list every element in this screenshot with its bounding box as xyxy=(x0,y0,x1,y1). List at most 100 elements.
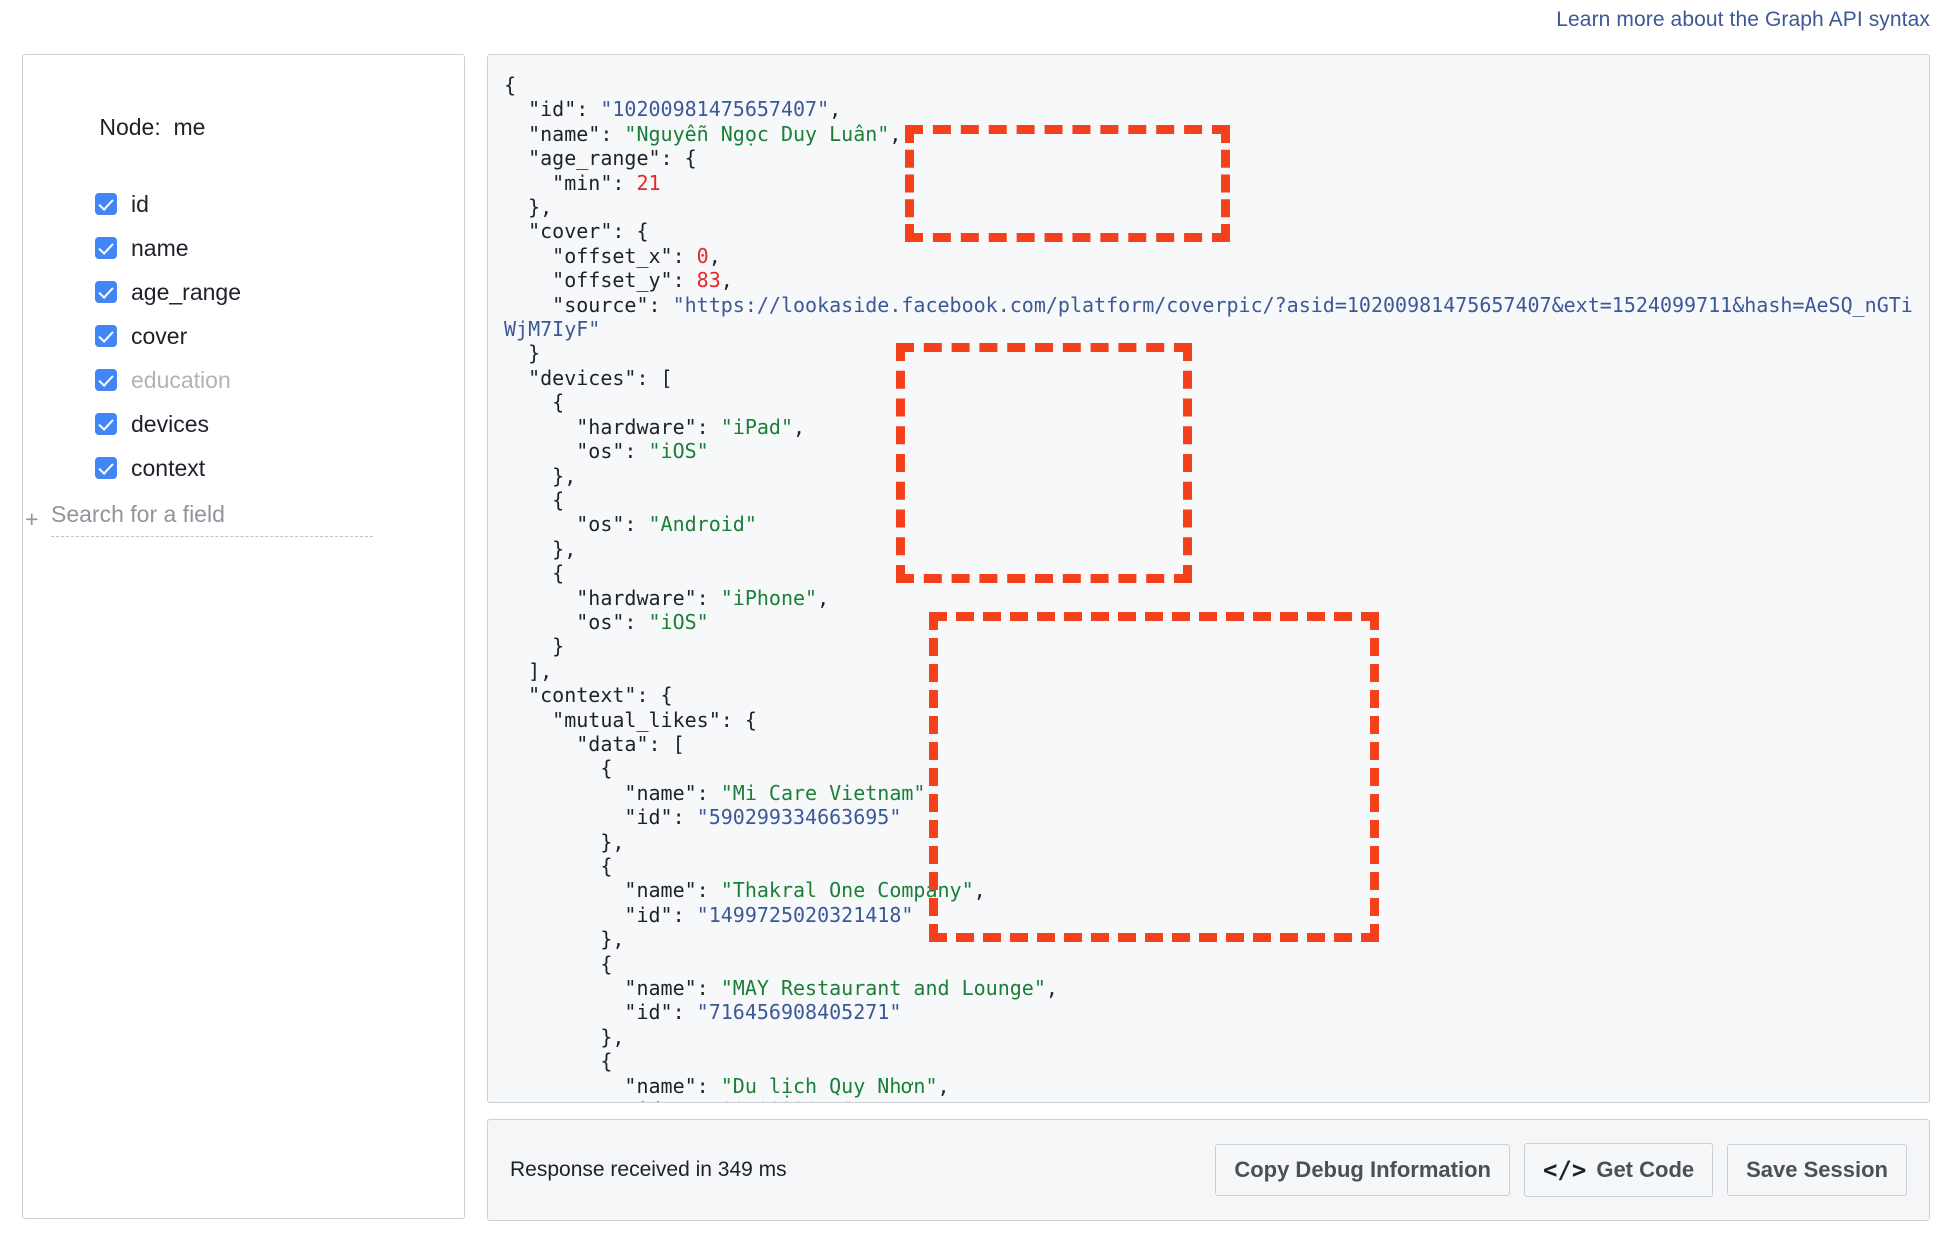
json-token: { xyxy=(600,1049,613,1074)
checkbox-checked-icon[interactable] xyxy=(95,325,117,347)
json-token: "Nguyễn Ngọc Duy Luân" xyxy=(624,121,890,146)
json-line: "name": "MAY Restaurant and Lounge", xyxy=(504,976,1057,1001)
json-line: { xyxy=(504,1049,612,1073)
json-line: "id": "1499725020321418" xyxy=(504,903,913,927)
json-line: { xyxy=(504,390,564,414)
json-token: "iPad" xyxy=(720,414,793,439)
json-line: "id": "716456908405271" xyxy=(504,1000,901,1024)
response-viewer[interactable]: { "id": "10200981475657407", "name": "Ng… xyxy=(487,54,1930,1103)
get-code-button[interactable]: </> Get Code xyxy=(1523,1143,1714,1197)
search-for-a-field-row[interactable]: + xyxy=(25,496,444,542)
json-token: "os": xyxy=(576,512,649,537)
json-token: "name": xyxy=(624,780,721,805)
json-token: "name": xyxy=(624,878,721,903)
plus-icon[interactable]: + xyxy=(25,506,51,533)
field-row-devices[interactable]: devices xyxy=(95,402,444,446)
learn-more-graph-api-syntax-link[interactable]: Learn more about the Graph API syntax xyxy=(1556,8,1930,32)
field-row-name[interactable]: name xyxy=(95,226,444,270)
code-brackets-icon: </> xyxy=(1542,1156,1587,1184)
json-token: } xyxy=(528,341,541,366)
json-token: "id": xyxy=(624,902,697,927)
json-token: "age_range": { xyxy=(528,146,697,171)
node-label: Node: xyxy=(99,114,161,140)
field-row-education[interactable]: education xyxy=(95,358,444,402)
json-token: "hardware": xyxy=(576,414,721,439)
field-label: education xyxy=(131,366,231,393)
json-line: "name": "Du lịch Quy Nhơn", xyxy=(504,1073,950,1098)
field-row-cover[interactable]: cover xyxy=(95,314,444,358)
json-token: }, xyxy=(552,463,577,488)
json-token: "Du lịch Quy Nhơn" xyxy=(720,1073,938,1098)
json-token: "name": xyxy=(624,1073,721,1098)
json-line: }, xyxy=(504,537,576,561)
topbar: Learn more about the Graph API syntax xyxy=(0,0,1952,40)
json-token: { xyxy=(504,73,517,97)
response-footer-bar: Response received in 349 ms Copy Debug I… xyxy=(487,1119,1930,1221)
json-token: "id": xyxy=(528,97,601,122)
json-token: "source": xyxy=(552,292,673,317)
field-row-age_range[interactable]: age_range xyxy=(95,270,444,314)
json-line: "os": "iOS" xyxy=(504,609,709,634)
checkbox-checked-icon[interactable] xyxy=(95,193,117,215)
json-token: "os": xyxy=(576,609,649,634)
json-line: "data": [ xyxy=(504,731,685,756)
json-response-body: { "id": "10200981475657407", "name": "Ng… xyxy=(488,55,1929,1102)
save-session-button[interactable]: Save Session xyxy=(1727,1144,1907,1196)
field-row-id[interactable]: id xyxy=(95,182,444,226)
field-label: context xyxy=(131,454,206,481)
field-label: age_range xyxy=(131,278,241,305)
json-line: "hardware": "iPhone", xyxy=(504,586,829,610)
json-line: } xyxy=(504,634,564,658)
json-line: { xyxy=(504,488,564,512)
json-token: "devices": [ xyxy=(528,365,673,390)
json-line: "os": "iOS" xyxy=(504,439,708,463)
json-line: "name": "Mi Care Vietnam", xyxy=(504,780,938,805)
copy-debug-information-button[interactable]: Copy Debug Information xyxy=(1215,1144,1510,1196)
json-line: "os": "Android" xyxy=(504,512,757,536)
save-session-label: Save Session xyxy=(1746,1157,1888,1182)
get-code-label: Get Code xyxy=(1596,1157,1695,1182)
json-line: }, xyxy=(504,1025,624,1049)
field-row-context[interactable]: context xyxy=(95,446,444,490)
json-token: "offset_x": xyxy=(552,243,697,268)
search-field-input[interactable] xyxy=(51,501,373,537)
json-token: "data": [ xyxy=(576,731,685,756)
json-line: "offset_x": 0, xyxy=(504,244,721,268)
checkbox-checked-icon[interactable] xyxy=(95,237,117,259)
graph-api-explorer-page: Learn more about the Graph API syntax No… xyxy=(0,0,1952,1234)
json-token: "iOS" xyxy=(648,609,709,634)
json-token: "offset_y": xyxy=(552,268,697,293)
json-token: "Mi Care Vietnam" xyxy=(720,780,926,805)
json-token: "name": xyxy=(624,976,721,1001)
json-token: { xyxy=(600,756,613,781)
json-token: "Android" xyxy=(648,512,757,537)
json-line: { xyxy=(504,561,564,585)
json-line: "id": "589498329546" xyxy=(504,1098,866,1102)
checkbox-checked-icon[interactable] xyxy=(95,369,117,391)
field-list: id name age_rangecover education devices cont… xyxy=(95,182,444,490)
json-token: , xyxy=(925,780,938,805)
checkbox-checked-icon[interactable] xyxy=(95,457,117,479)
node-row: Node: me xyxy=(61,87,444,168)
json-line: }, xyxy=(504,464,576,488)
checkbox-checked-icon[interactable] xyxy=(95,413,117,435)
json-token: "id": xyxy=(624,1000,697,1025)
json-token: { xyxy=(600,951,613,976)
json-line: { xyxy=(504,73,516,97)
json-token: 83 xyxy=(696,268,721,293)
json-token: }, xyxy=(600,829,625,854)
json-line: "name": "Thakral One Company", xyxy=(504,878,985,903)
json-line: ], xyxy=(504,659,552,683)
json-token: , xyxy=(937,1073,950,1098)
json-line: "min": 21 xyxy=(504,170,660,195)
field-selector-panel: Node: me id name age_rangecover education de… xyxy=(22,54,465,1219)
json-line: { xyxy=(504,952,612,976)
json-token: "716456908405271" xyxy=(696,1000,902,1025)
json-line: { xyxy=(504,854,612,878)
json-token: "589498329546" xyxy=(697,1098,866,1102)
json-token: "min": xyxy=(552,170,637,195)
json-line: } xyxy=(504,341,540,365)
checkbox-checked-icon[interactable] xyxy=(95,281,117,303)
json-token: { xyxy=(552,487,565,512)
json-token: } xyxy=(552,634,565,659)
